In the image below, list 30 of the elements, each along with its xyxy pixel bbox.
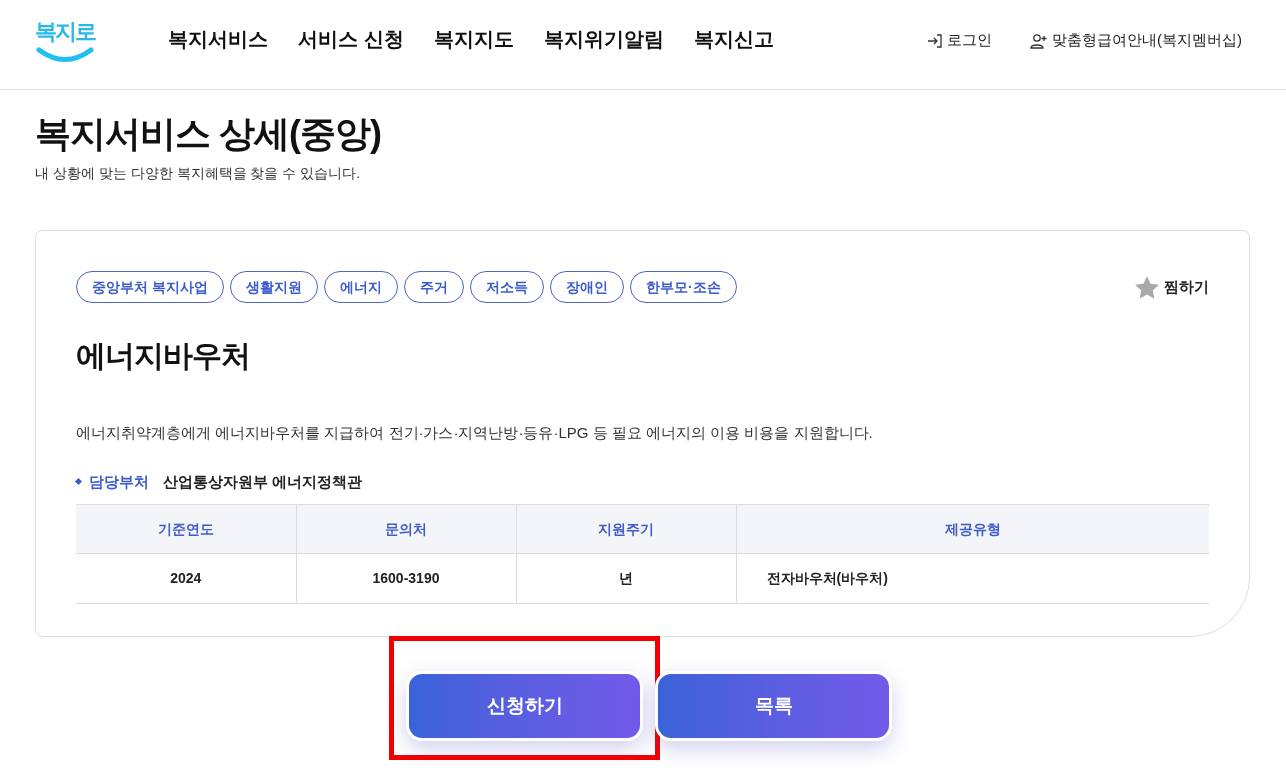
nav-link[interactable]: 복지지도 <box>433 23 514 54</box>
department-label: 담당부처 <box>89 471 149 492</box>
column-header: 제공유형 <box>736 504 1209 554</box>
column-header: 문의처 <box>296 504 516 554</box>
login-icon <box>927 32 943 49</box>
service-description: 에너지취약계층에게 에너지바우처를 지급하여 전기·가스·지역난방·등유·LPG 등 필요 에너지의 이용 비용을 지원합니다. <box>76 423 874 443</box>
table-cell: 전자바우처(바우처) <box>736 553 1209 604</box>
page-subtitle: 내 상황에 맞는 다양한 복지혜택을 찾을 수 있습니다. <box>35 164 362 183</box>
nav-link[interactable]: 복지서비스 <box>168 23 268 54</box>
logo-text: 복지로 <box>35 20 95 43</box>
smile-icon <box>36 46 94 63</box>
favorite-button[interactable]: 찜하기 <box>1134 274 1209 300</box>
star-icon <box>1134 274 1160 300</box>
list-button[interactable]: 목록 <box>655 671 892 741</box>
apply-button[interactable]: 신청하기 <box>406 671 643 741</box>
login-link[interactable]: 로그인 <box>927 29 992 52</box>
nav-link[interactable]: 복지위기알림 <box>543 23 664 54</box>
membership-link[interactable]: 맞춤형급여안내(복지멤버십) <box>1030 29 1242 52</box>
column-header: 기준연도 <box>76 504 296 554</box>
table-cell: 1600-3190 <box>296 553 516 604</box>
nav-link[interactable]: 복지신고 <box>693 23 774 54</box>
department-value: 산업통상자원부 에너지정책관 <box>163 471 363 492</box>
page-title: 복지서비스 상세(중앙) <box>35 112 382 156</box>
user-add-icon <box>1030 32 1048 49</box>
bullet-icon <box>74 478 83 486</box>
service-name: 에너지바우처 <box>76 338 251 374</box>
column-header: 지원주기 <box>516 504 736 554</box>
table-cell: 2024 <box>76 553 296 604</box>
nav-link[interactable]: 서비스 신청 <box>298 23 404 54</box>
table-cell: 년 <box>516 553 736 604</box>
